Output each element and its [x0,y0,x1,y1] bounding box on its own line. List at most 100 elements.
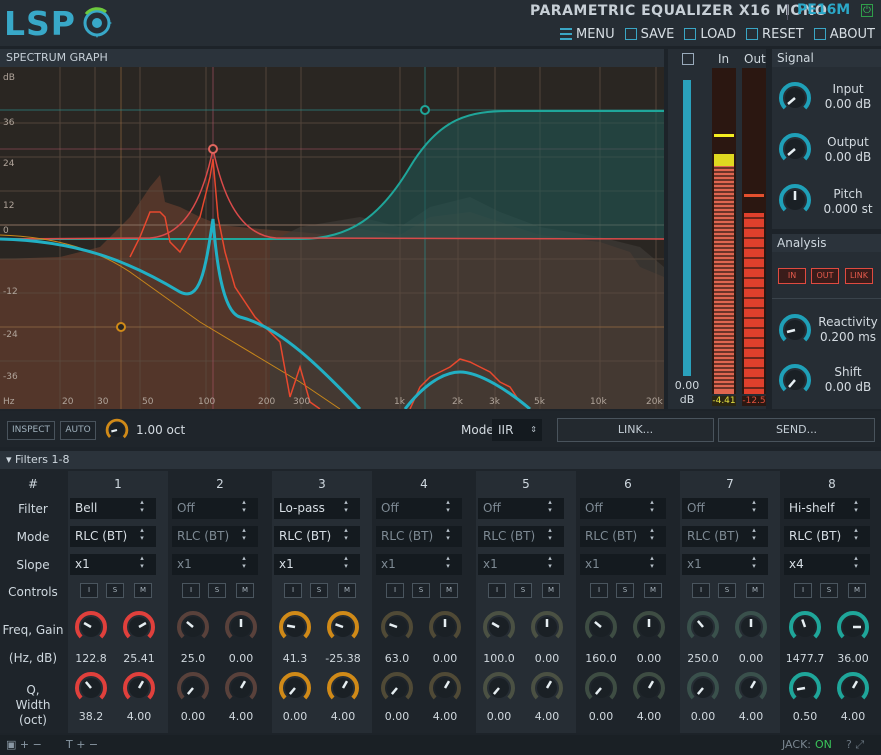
filter-type-select[interactable]: Off [682,498,768,519]
filter-mode-select[interactable]: RLC (BT) [478,526,564,547]
filter-mode-select[interactable]: RLC (BT) [376,526,462,547]
filter-q-knob[interactable] [176,671,210,705]
filter-mute-button[interactable]: M [542,583,560,598]
filter-freq-knob[interactable] [584,610,618,644]
menu-button[interactable]: MENU [560,24,615,44]
filter-gain-knob[interactable] [326,610,360,644]
filter-solo-button[interactable]: S [310,583,328,598]
filter-slope-select[interactable]: x1 [70,554,156,575]
input-knob[interactable] [778,81,812,115]
filter-q-knob[interactable] [482,671,516,705]
shift-knob[interactable] [778,363,812,397]
filter-mute-button[interactable]: M [644,583,662,598]
filter-type-select[interactable]: Off [478,498,564,519]
send-button[interactable]: SEND... [718,418,875,442]
filter-solo-button[interactable]: S [820,583,838,598]
filter-freq-knob[interactable] [686,610,720,644]
filter-type-select[interactable]: Off [580,498,666,519]
filter-q-knob[interactable] [584,671,618,705]
filter-gain-knob[interactable] [122,610,156,644]
filter-mode-select[interactable]: RLC (BT) [172,526,258,547]
filter-q-knob[interactable] [380,671,414,705]
filter-width-knob[interactable] [530,671,564,705]
filter-mode-select[interactable]: RLC (BT) [274,526,360,547]
filter-width-knob[interactable] [734,671,768,705]
filter-solo-button[interactable]: S [412,583,430,598]
analysis-out-button[interactable]: OUT [811,268,839,284]
filter-mute-button[interactable]: M [134,583,152,598]
filter-solo-button[interactable]: S [514,583,532,598]
help-icon[interactable]: ? ⤢ [846,738,864,752]
about-button[interactable]: ABOUT [813,24,875,44]
filter-gain-knob[interactable] [428,610,462,644]
filter-gain-knob[interactable] [530,610,564,644]
filter-slope-select[interactable]: x1 [580,554,666,575]
filter-inspect-button[interactable]: I [590,583,608,598]
filter-slope-select[interactable]: x1 [376,554,462,575]
filter-q-knob[interactable] [74,671,108,705]
zoom-icon[interactable] [682,53,694,65]
filter-width-knob[interactable] [224,671,258,705]
filter-gain-knob[interactable] [734,610,768,644]
filter-width-knob[interactable] [836,671,870,705]
reactivity-knob[interactable] [778,313,812,347]
filter-mute-button[interactable]: M [236,583,254,598]
filter-type-select[interactable]: Lo-pass [274,498,360,519]
filter-inspect-button[interactable]: I [692,583,710,598]
reset-button[interactable]: RESET [746,24,804,44]
filter-width-knob[interactable] [122,671,156,705]
link-button[interactable]: LINK... [557,418,714,442]
filter-freq-knob[interactable] [278,610,312,644]
filter-solo-button[interactable]: S [106,583,124,598]
filter-freq-knob[interactable] [74,610,108,644]
filter-freq-knob[interactable] [788,610,822,644]
filter-freq-knob[interactable] [380,610,414,644]
save-button[interactable]: SAVE [624,24,674,44]
analysis-in-button[interactable]: IN [778,268,806,284]
filter-mute-button[interactable]: M [440,583,458,598]
output-knob[interactable] [778,132,812,166]
spectrum-graph[interactable]: dB 36 24 12 0 -12 -24 -36 Hz 20 30 50 10… [0,67,664,409]
load-button[interactable]: LOAD [684,24,736,44]
filter-width-knob[interactable] [428,671,462,705]
filter-gain-knob[interactable] [836,610,870,644]
filters-header[interactable]: ▾ Filters 1-8 [0,451,881,469]
filter-type-select[interactable]: Bell [70,498,156,519]
filter-width-knob[interactable] [326,671,360,705]
filter-width-knob[interactable] [632,671,666,705]
filter-slope-select[interactable]: x1 [478,554,564,575]
filter-mute-button[interactable]: M [848,583,866,598]
filter-type-select[interactable]: Hi-shelf [784,498,870,519]
mode-select[interactable]: IIR ⇕ [492,419,542,441]
filter-slope-select[interactable]: x4 [784,554,870,575]
filter-slope-select[interactable]: x1 [172,554,258,575]
filter-q-knob[interactable] [788,671,822,705]
inspect-range-knob[interactable] [105,418,129,442]
inspect-button[interactable]: INSPECT [7,421,55,440]
filter-mode-select[interactable]: RLC (BT) [70,526,156,547]
filter-solo-button[interactable]: S [208,583,226,598]
filter-q-knob[interactable] [278,671,312,705]
filter-freq-knob[interactable] [482,610,516,644]
filter-mute-button[interactable]: M [338,583,356,598]
filter-inspect-button[interactable]: I [80,583,98,598]
filter-inspect-button[interactable]: I [386,583,404,598]
analysis-link-button[interactable]: LINK [845,268,873,284]
filter-mode-select[interactable]: RLC (BT) [580,526,666,547]
filter-gain-knob[interactable] [224,610,258,644]
auto-button[interactable]: AUTO [60,421,96,440]
filter-type-select[interactable]: Off [172,498,258,519]
filter-q-knob[interactable] [686,671,720,705]
filter-slope-select[interactable]: x1 [682,554,768,575]
filter-inspect-button[interactable]: I [488,583,506,598]
filter-inspect-button[interactable]: I [794,583,812,598]
filter-solo-button[interactable]: S [616,583,634,598]
filter-mute-button[interactable]: M [746,583,764,598]
pitch-knob[interactable] [778,183,812,217]
filter-inspect-button[interactable]: I [284,583,302,598]
filter-solo-button[interactable]: S [718,583,736,598]
filter-freq-knob[interactable] [176,610,210,644]
filter-gain-knob[interactable] [632,610,666,644]
text-tool-icon[interactable]: T + − [66,738,98,751]
add-filter-icon[interactable]: ▣ + − [6,738,42,751]
